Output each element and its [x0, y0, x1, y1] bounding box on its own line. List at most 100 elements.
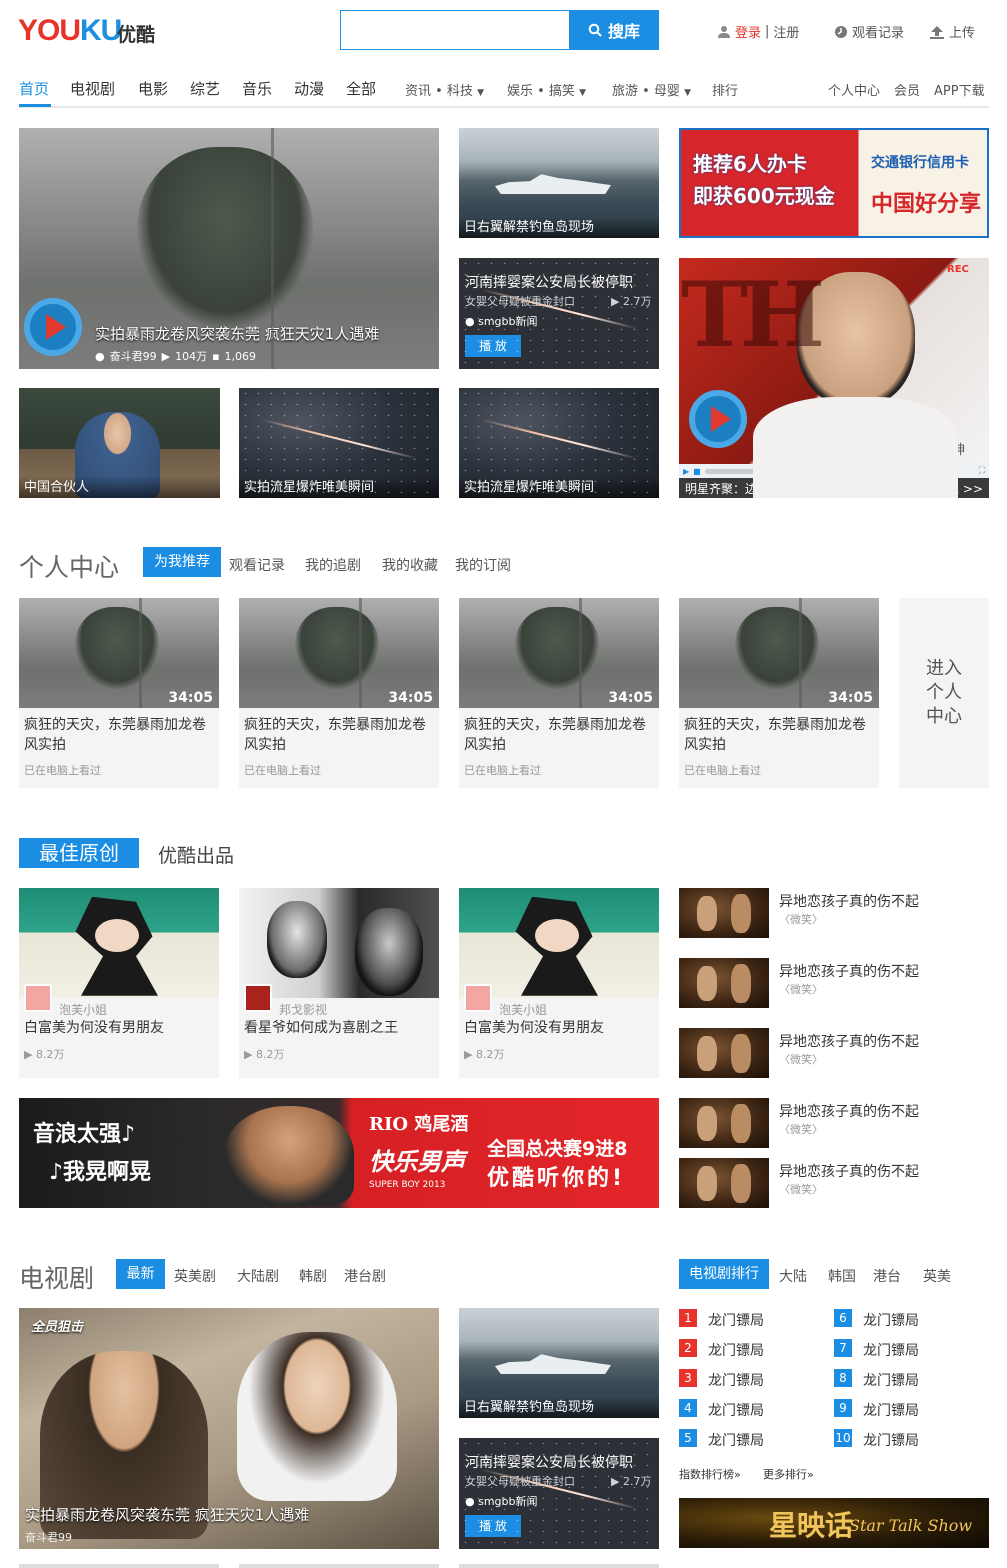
list-item-title[interactable]: 异地恋孩子真的伤不起 — [779, 961, 919, 981]
rank-item-title[interactable]: 龙门镖局 — [708, 1310, 764, 1330]
list-thumbnail[interactable] — [679, 958, 769, 1008]
video-thumbnail[interactable]: 34:05 — [679, 598, 879, 708]
news-user[interactable]: ● smgbb新闻 — [465, 313, 538, 329]
list-item-title[interactable]: 异地恋孩子真的伤不起 — [779, 1161, 919, 1181]
tv-featured-video[interactable]: 全员狙击 实拍暴雨龙卷风突袭东莞 疯狂天灾1人遇难 奋斗君99 — [19, 1308, 439, 1549]
rank-item-title[interactable]: 龙门镖局 — [708, 1340, 764, 1360]
player-caption[interactable]: 明星齐聚：边做什么边优酷? — [685, 480, 835, 497]
play-button[interactable]: 播 放 — [465, 335, 521, 357]
nav-variety[interactable]: 综艺 — [190, 78, 220, 99]
play-icon[interactable] — [24, 298, 82, 356]
avatar[interactable] — [24, 984, 52, 1012]
rank-item-title[interactable]: 龙门镖局 — [708, 1370, 764, 1390]
nav-movie[interactable]: 电影 — [138, 78, 168, 99]
video-card[interactable]: 实拍流星爆炸唯美瞬间 — [459, 388, 659, 498]
rank-item-title[interactable]: 龙门镖局 — [863, 1400, 919, 1420]
nav-app[interactable]: APP下载 — [934, 80, 985, 99]
news-user[interactable]: ● smgbb新闻 — [465, 1493, 538, 1509]
play-small-icon[interactable]: ▶ — [683, 467, 689, 476]
tab-youku-produced[interactable]: 优酷出品 — [158, 841, 234, 868]
tab-rank-hktw[interactable]: 港台 — [873, 1266, 901, 1286]
nav-ent-fun[interactable]: 娱乐 • 搞笑 ▼ — [507, 80, 586, 99]
list-item-title[interactable]: 异地恋孩子真的伤不起 — [779, 1031, 919, 1051]
list-thumbnail[interactable] — [679, 1158, 769, 1208]
nav-tv[interactable]: 电视剧 — [70, 78, 115, 99]
login-link[interactable]: 登录 — [735, 22, 761, 41]
list-item-title[interactable]: 异地恋孩子真的伤不起 — [779, 891, 919, 911]
register-link[interactable]: 注册 — [773, 22, 799, 41]
rank-item-title[interactable]: 龙门镖局 — [708, 1430, 764, 1450]
rank-item-title[interactable]: 龙门镖局 — [863, 1340, 919, 1360]
card-title[interactable]: 白富美为何没有男朋友 — [464, 1018, 604, 1038]
tab-favorites[interactable]: 我的收藏 — [382, 555, 438, 575]
nav-vip[interactable]: 会员 — [894, 80, 920, 99]
history-card[interactable]: 34:05 疯狂的天灾，东莞暴雨加龙卷风实拍 已在电脑上看过 — [459, 598, 659, 788]
player-more-link[interactable]: 详细信息 >> — [911, 480, 983, 497]
tab-best-original[interactable]: 最佳原创 — [19, 838, 139, 868]
fullscreen-icon[interactable]: ⛶ — [979, 466, 985, 476]
card-title[interactable]: 看星爷如何成为喜剧之王 — [244, 1018, 398, 1038]
featured-user[interactable]: 奋斗君99 — [110, 348, 157, 364]
card-title[interactable]: 疯狂的天灾，东莞暴雨加龙卷风实拍 — [684, 715, 874, 755]
rio-ad-banner[interactable]: 音浪太强♪ ♪我晃啊晃 RIO 鸡尾酒 快乐男声 SUPER BOY 2013 … — [19, 1098, 659, 1208]
card-title[interactable]: 疯狂的天灾，东莞暴雨加龙卷风实拍 — [464, 715, 654, 755]
nav-all[interactable]: 全部 — [346, 78, 376, 99]
enter-personal-center[interactable]: 进入 个人 中心 — [899, 598, 989, 788]
avatar[interactable] — [464, 984, 492, 1012]
history-card[interactable]: 34:05 疯狂的天灾，东莞暴雨加龙卷风实拍 已在电脑上看过 — [679, 598, 879, 788]
play-button[interactable]: 播 放 — [465, 1515, 521, 1537]
featured-caption[interactable]: 实拍暴雨龙卷风突袭东莞 疯狂天灾1人遇难 — [95, 323, 379, 344]
video-thumbnail[interactable] — [19, 888, 219, 998]
original-card[interactable]: 泡芙小姐 白富美为何没有男朋友 ▶ 8.2万 — [459, 888, 659, 1078]
tab-latest[interactable]: 最新 — [116, 1259, 165, 1289]
progress-bar[interactable] — [704, 468, 875, 474]
tab-rank-korea[interactable]: 韩国 — [828, 1266, 856, 1286]
video-card[interactable]: 中国合伙人 — [19, 388, 220, 498]
nav-home[interactable]: 首页 — [19, 78, 49, 99]
tab-tv-rank[interactable]: 电视剧排行 — [679, 1259, 769, 1289]
list-thumbnail[interactable] — [679, 1098, 769, 1148]
nav-anime[interactable]: 动漫 — [294, 78, 324, 99]
news-title[interactable]: 河南摔婴案公安局长被停职 — [465, 1452, 633, 1472]
list-thumbnail[interactable] — [679, 888, 769, 938]
video-thumbnail[interactable]: 34:05 — [239, 598, 439, 708]
tab-following[interactable]: 我的追剧 — [305, 555, 361, 575]
tab-history[interactable]: 观看记录 — [229, 555, 285, 575]
list-thumbnail[interactable] — [679, 1028, 769, 1078]
tab-subscriptions[interactable]: 我的订阅 — [455, 555, 511, 575]
rank-item-title[interactable]: 龙门镖局 — [708, 1400, 764, 1420]
upload-link[interactable]: 上传 — [929, 22, 975, 41]
card-title[interactable]: 白富美为何没有男朋友 — [24, 1018, 164, 1038]
news-title[interactable]: 河南摔婴案公安局长被停职 — [465, 272, 633, 292]
more-rank-link[interactable]: 更多排行» — [763, 1466, 814, 1482]
play-icon[interactable] — [689, 390, 747, 448]
rank-item-title[interactable]: 龙门镖局 — [863, 1310, 919, 1330]
nav-music[interactable]: 音乐 — [242, 78, 272, 99]
news-card[interactable]: 河南摔婴案公安局长被停职 女婴父母疑被重金封口 ▶ 2.7万 ● smgbb新闻… — [459, 1438, 659, 1549]
history-card[interactable]: 34:05 疯狂的天灾，东莞暴雨加龙卷风实拍 已在电脑上看过 — [239, 598, 439, 788]
original-card[interactable]: 泡芙小姐 白富美为何没有男朋友 ▶ 8.2万 — [19, 888, 219, 1078]
tab-us-uk[interactable]: 英美剧 — [174, 1266, 216, 1286]
card-user[interactable]: 泡芙小姐 — [59, 1001, 107, 1018]
nav-travel-baby[interactable]: 旅游 • 母婴 ▼ — [612, 80, 691, 99]
tab-rank-mainland[interactable]: 大陆 — [779, 1266, 807, 1286]
rank-item-title[interactable]: 龙门镖局 — [863, 1370, 919, 1390]
tab-mainland[interactable]: 大陆剧 — [237, 1266, 279, 1286]
search-button[interactable]: 搜库 — [569, 10, 659, 50]
nav-personal[interactable]: 个人中心 — [828, 80, 880, 99]
card-user[interactable]: 邦戈影视 — [279, 1001, 327, 1018]
search-input[interactable] — [340, 10, 570, 50]
nav-rank[interactable]: 排行 — [712, 80, 738, 99]
tab-recommend[interactable]: 为我推荐 — [143, 547, 221, 577]
rank-item-title[interactable]: 龙门镖局 — [863, 1430, 919, 1450]
featured-video[interactable]: 实拍暴雨龙卷风突袭东莞 疯狂天灾1人遇难 ● 奋斗君99 ▶ 104万 ▪ 1,069 — [19, 128, 439, 369]
tab-korean[interactable]: 韩剧 — [299, 1266, 327, 1286]
card-title[interactable]: 疯狂的天灾，东莞暴雨加龙卷风实拍 — [244, 715, 434, 755]
video-thumbnail[interactable]: 34:05 — [19, 598, 219, 708]
youku-logo[interactable]: YOUKU — [18, 14, 122, 48]
tab-rank-usuk[interactable]: 英美 — [923, 1266, 951, 1286]
avatar[interactable] — [244, 984, 272, 1012]
stop-icon[interactable]: ■ — [693, 467, 701, 476]
card-user[interactable]: 泡芙小姐 — [499, 1001, 547, 1018]
video-card[interactable]: 日右翼解禁钓鱼岛现场 — [459, 128, 659, 238]
